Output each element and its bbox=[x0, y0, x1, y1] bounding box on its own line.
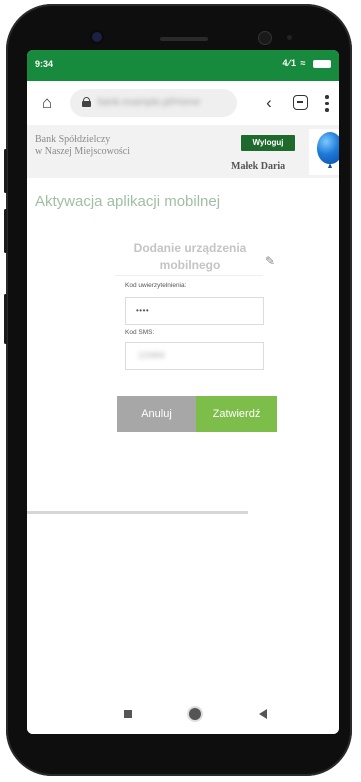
menu-icon[interactable] bbox=[321, 92, 333, 114]
balloon-logo-icon bbox=[317, 132, 339, 164]
bank-logo bbox=[309, 129, 339, 175]
phone-screen: 9:34 4⁄1 ≈ ⌂ bank.example.pl/Home ‹ Bank… bbox=[27, 50, 339, 734]
bank-header: Bank Spółdzielczy w Naszej Miejscowości … bbox=[27, 125, 339, 178]
share-icon[interactable]: ‹ bbox=[260, 93, 278, 113]
auth-code-field[interactable]: •••• bbox=[125, 297, 264, 325]
bank-name-line2: w Naszej Miejscowości bbox=[35, 146, 130, 157]
address-bar[interactable]: bank.example.pl/Home bbox=[70, 89, 237, 117]
form-title-line1: Dodanie urządzenia bbox=[133, 241, 247, 255]
bank-name: Bank Spółdzielczy w Naszej Miejscowości bbox=[35, 134, 130, 158]
form-title: Dodanie urządzenia mobilnego bbox=[113, 240, 267, 274]
bank-name-line1: Bank Spółdzielczy bbox=[35, 134, 111, 145]
lock-icon bbox=[82, 97, 91, 107]
page-title: Aktywacja aplikacji mobilnej bbox=[35, 193, 221, 210]
signal-icon: 4⁄1 bbox=[282, 58, 298, 68]
wifi-icon: ≈ bbox=[300, 58, 307, 68]
android-nav-bar bbox=[27, 696, 339, 734]
front-camera-icon bbox=[92, 32, 102, 42]
nav-home-icon[interactable] bbox=[189, 708, 201, 720]
status-time: 9:34 bbox=[35, 59, 54, 69]
home-icon[interactable]: ⌂ bbox=[37, 93, 57, 113]
status-icons: 4⁄1 ≈ bbox=[282, 58, 331, 68]
separator-line bbox=[27, 511, 248, 514]
battery-icon bbox=[313, 59, 331, 68]
pencil-icon[interactable]: ✎ bbox=[265, 255, 277, 267]
bixby-button bbox=[4, 294, 7, 344]
sensor-icon bbox=[258, 31, 272, 45]
volume-up-button bbox=[4, 149, 7, 193]
auth-code-value: •••• bbox=[136, 306, 150, 315]
cancel-button[interactable]: Anuluj bbox=[117, 396, 196, 432]
url-text: bank.example.pl/Home bbox=[98, 97, 201, 108]
form-divider bbox=[115, 275, 263, 276]
confirm-button[interactable]: Zatwierdź bbox=[196, 396, 277, 432]
back-icon[interactable] bbox=[259, 709, 267, 719]
browser-toolbar: ⌂ bank.example.pl/Home ‹ bbox=[27, 81, 339, 126]
form-title-line2: mobilnego bbox=[159, 258, 221, 272]
phone-frame: 9:34 4⁄1 ≈ ⌂ bank.example.pl/Home ‹ Bank… bbox=[4, 4, 352, 776]
sms-code-label: Kod SMS: bbox=[125, 329, 155, 336]
auth-code-label: Kod uwierzytelnienia: bbox=[125, 282, 187, 289]
sms-code-value: 123456 bbox=[138, 351, 165, 360]
logout-button[interactable]: Wyloguj bbox=[241, 135, 295, 151]
tabs-icon[interactable] bbox=[293, 95, 308, 110]
status-bar: 9:34 4⁄1 ≈ bbox=[27, 50, 339, 81]
volume-down-button bbox=[4, 209, 7, 253]
user-name: Małek Daria bbox=[231, 161, 286, 172]
sensor-dot-icon bbox=[287, 35, 292, 40]
earpiece-speaker bbox=[160, 37, 208, 41]
recent-apps-icon[interactable] bbox=[124, 710, 132, 718]
sms-code-field[interactable]: 123456 bbox=[125, 342, 264, 370]
